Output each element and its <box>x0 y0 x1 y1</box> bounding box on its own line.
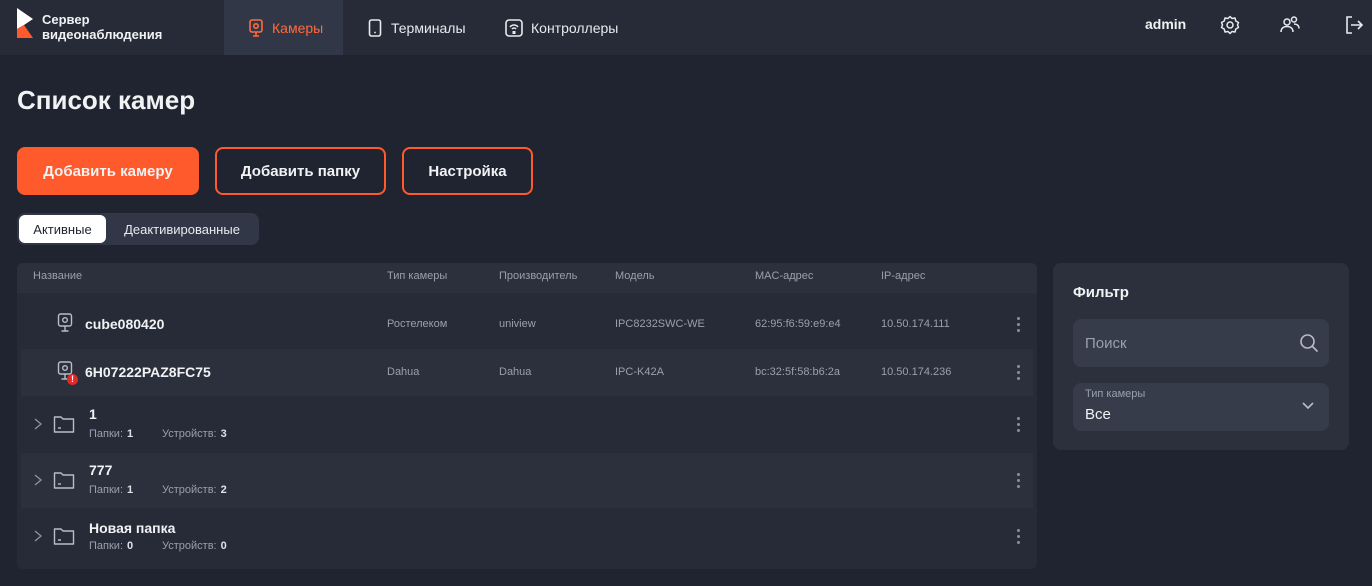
folder-row[interactable]: 777 Папки: 1 Устройств: 2 <box>21 453 1033 508</box>
camera-type: Ростелеком <box>387 318 448 330</box>
add-camera-button[interactable]: Добавить камеру <box>17 147 199 195</box>
logo-text-line2: видеонаблюдения <box>42 27 163 42</box>
folder-subfolders-count: Папки: 1 <box>89 484 134 496</box>
camera-type-value: Все <box>1085 406 1111 423</box>
header-vendor[interactable]: Производитель <box>499 270 577 282</box>
camera-type-label: Тип камеры <box>1085 388 1146 400</box>
warning-badge-icon: ! <box>67 374 78 385</box>
tab-active[interactable]: Активные <box>19 215 106 243</box>
folder-row[interactable]: 1 Папки: 1 Устройств: 3 <box>17 397 1037 452</box>
top-bar: Сервер видеонаблюдения Камеры Терминалы … <box>0 0 1372 55</box>
cameras-table: Название Тип камеры Производитель Модель… <box>17 263 1037 569</box>
row-menu-icon[interactable] <box>1017 365 1021 381</box>
page-title: Список камер <box>17 85 196 115</box>
row-menu-icon[interactable] <box>1017 417 1021 433</box>
header-name[interactable]: Название <box>33 270 82 282</box>
row-menu-icon[interactable] <box>1017 317 1021 333</box>
filter-title: Фильтр <box>1073 284 1129 301</box>
camera-type-select[interactable]: Тип камеры Все <box>1073 383 1329 431</box>
camera-vendor: Dahua <box>499 366 532 378</box>
chevron-right-icon[interactable] <box>33 417 43 431</box>
header-mac[interactable]: MAC-адрес <box>755 270 813 282</box>
logo-text-line1: Сервер <box>42 12 90 27</box>
search-input[interactable] <box>1085 333 1285 353</box>
row-menu-icon[interactable] <box>1017 529 1021 545</box>
nav-controllers-label: Контроллеры <box>531 19 619 36</box>
folder-icon <box>53 472 75 489</box>
search-field[interactable] <box>1073 319 1329 367</box>
nav-controllers[interactable]: Контроллеры <box>505 0 618 55</box>
camera-type: Dahua <box>387 366 420 378</box>
camera-icon <box>249 18 263 37</box>
header-ip[interactable]: IP-адрес <box>881 270 925 282</box>
folder-subfolders-count: Папки: 1 <box>89 428 134 440</box>
users-icon[interactable] <box>1279 14 1301 36</box>
status-tabs: Активные Деактивированные <box>17 213 259 245</box>
header-type[interactable]: Тип камеры <box>387 270 447 282</box>
folder-name[interactable]: 777 <box>89 462 112 478</box>
tab-deactivated[interactable]: Деактивированные <box>111 215 253 243</box>
camera-device-icon <box>57 313 73 332</box>
header-model[interactable]: Модель <box>615 270 654 282</box>
filter-panel: Фильтр Тип камеры Все <box>1053 263 1349 450</box>
nav-cameras[interactable]: Камеры <box>224 0 343 55</box>
folder-name[interactable]: Новая папка <box>89 520 175 536</box>
camera-name[interactable]: 6H07222PAZ8FC75 <box>85 364 211 380</box>
nav-cameras-label: Камеры <box>272 19 324 36</box>
nav-terminals-label: Терминалы <box>391 19 466 36</box>
camera-ip: 10.50.174.236 <box>881 366 952 378</box>
table-row[interactable]: cube080420 Ростелеком uniview IPC8232SWC… <box>17 300 1037 348</box>
search-icon[interactable] <box>1299 333 1319 353</box>
folder-name[interactable]: 1 <box>89 406 97 422</box>
chevron-down-icon[interactable] <box>1301 401 1315 411</box>
folder-devices-count: Устройств: 0 <box>162 540 227 552</box>
nav-terminals[interactable]: Терминалы <box>367 0 466 55</box>
table-row[interactable]: ! 6H07222PAZ8FC75 Dahua Dahua IPC-K42A b… <box>21 349 1033 396</box>
folder-devices-count: Устройств: 2 <box>162 484 227 496</box>
folder-row[interactable]: Новая папка Папки: 0 Устройств: 0 <box>17 509 1037 564</box>
chevron-right-icon[interactable] <box>33 473 43 487</box>
folder-icon <box>53 528 75 545</box>
folder-devices-count: Устройств: 3 <box>162 428 227 440</box>
settings-button[interactable]: Настройка <box>402 147 533 195</box>
chevron-right-icon[interactable] <box>33 529 43 543</box>
user-name[interactable]: admin <box>1145 16 1186 32</box>
add-folder-button[interactable]: Добавить папку <box>215 147 386 195</box>
camera-ip: 10.50.174.111 <box>881 318 950 330</box>
camera-mac: 62:95:f6:59:e9:e4 <box>755 318 841 330</box>
folder-icon <box>53 416 75 433</box>
logo-icon <box>17 8 33 38</box>
camera-mac: bc:32:5f:58:b6:2a <box>755 366 841 378</box>
terminal-icon <box>368 18 382 37</box>
controller-icon <box>505 18 523 37</box>
camera-name[interactable]: cube080420 <box>85 316 164 332</box>
row-menu-icon[interactable] <box>1017 473 1021 489</box>
app-logo[interactable]: Сервер видеонаблюдения <box>16 7 216 47</box>
logout-icon[interactable] <box>1343 14 1365 36</box>
camera-model: IPC-K42A <box>615 366 664 378</box>
camera-model: IPC8232SWC-WE <box>615 318 705 330</box>
folder-subfolders-count: Папки: 0 <box>89 540 134 552</box>
camera-vendor: uniview <box>499 318 536 330</box>
table-header: Название Тип камеры Производитель Модель… <box>17 263 1037 293</box>
settings-gear-icon[interactable] <box>1219 14 1241 36</box>
